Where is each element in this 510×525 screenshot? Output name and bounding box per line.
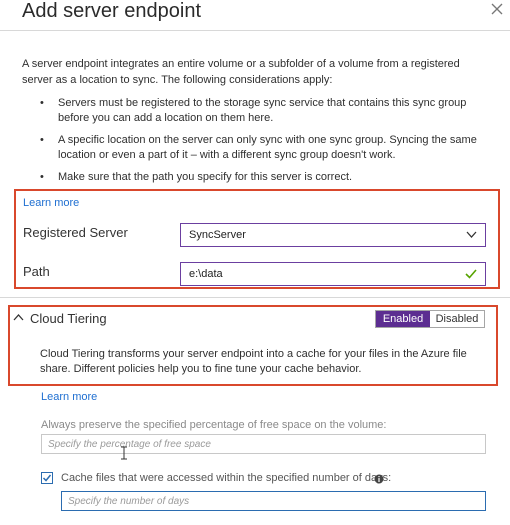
learn-more-link[interactable]: Learn more: [41, 391, 97, 403]
bullet-text: Make sure that the path you specify for …: [58, 171, 353, 183]
free-space-label: Always preserve the specified percentage…: [41, 419, 387, 431]
cloud-tiering-heading[interactable]: Cloud Tiering: [30, 311, 107, 326]
bullet-dot-icon: •: [40, 97, 44, 109]
checkmark-icon: [465, 269, 477, 279]
bullet-item: • Make sure that the path you specify fo…: [40, 170, 488, 185]
free-space-placeholder: Specify the percentage of free space: [48, 439, 211, 450]
section-divider: [0, 297, 510, 298]
cloud-tiering-toggle[interactable]: Enabled Disabled: [375, 310, 485, 328]
bullet-dot-icon: •: [40, 134, 44, 146]
toggle-enabled[interactable]: Enabled: [376, 311, 430, 327]
bullet-dot-icon: •: [40, 171, 44, 183]
bullet-item: • A specific location on the server can …: [40, 133, 488, 163]
path-value: e:\data: [189, 268, 223, 280]
learn-more-link[interactable]: Learn more: [23, 197, 79, 209]
chevron-up-icon[interactable]: [13, 313, 24, 321]
bullet-text: A specific location on the server can on…: [58, 134, 477, 161]
text-cursor-icon: [121, 446, 127, 460]
registered-server-value: SyncServer: [189, 229, 246, 241]
free-space-input[interactable]: Specify the percentage of free space: [41, 434, 486, 454]
toggle-disabled[interactable]: Disabled: [430, 311, 484, 327]
cache-days-label: Cache files that were accessed within th…: [61, 472, 392, 484]
path-input[interactable]: e:\data: [180, 262, 486, 286]
cloud-tiering-description: Cloud Tiering transforms your server end…: [40, 348, 467, 375]
close-icon[interactable]: [490, 2, 504, 16]
panel-title: Add server endpoint: [22, 0, 202, 22]
path-label: Path: [23, 264, 50, 279]
bullet-item: • Servers must be registered to the stor…: [40, 96, 488, 126]
registered-server-label: Registered Server: [23, 225, 128, 240]
chevron-down-icon: [466, 231, 477, 238]
checkbox-check-icon: [42, 474, 52, 482]
info-icon[interactable]: [374, 474, 384, 484]
cache-days-placeholder: Specify the number of days: [68, 496, 190, 507]
cache-days-input[interactable]: Specify the number of days: [61, 491, 486, 511]
bullet-text: Servers must be registered to the storag…: [58, 97, 467, 124]
registered-server-select[interactable]: SyncServer: [180, 223, 486, 247]
intro-text: A server endpoint integrates an entire v…: [22, 58, 460, 86]
cache-days-checkbox[interactable]: [41, 472, 53, 484]
header-divider: [0, 30, 510, 31]
